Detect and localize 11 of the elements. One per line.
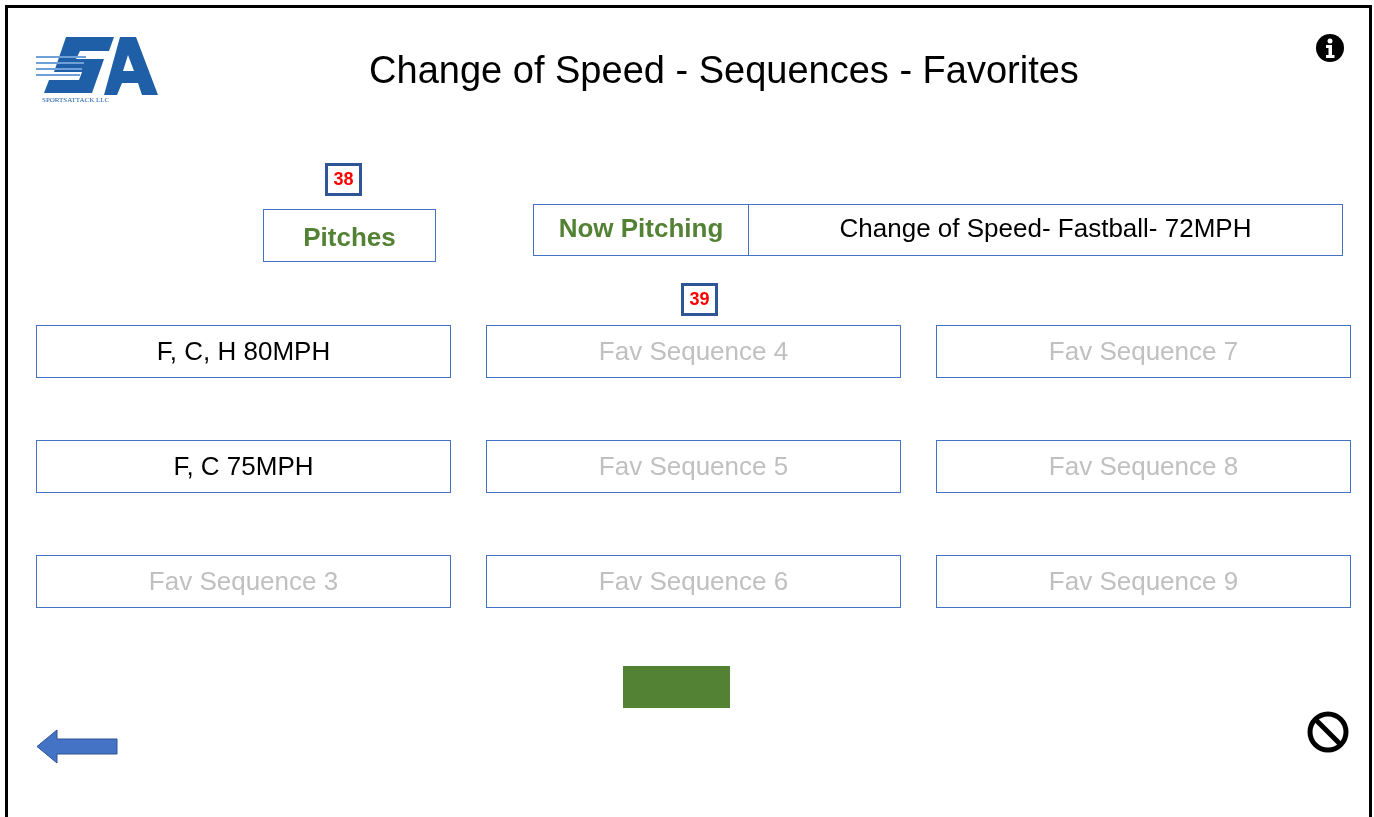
- back-arrow-icon[interactable]: [36, 729, 118, 764]
- pitches-label[interactable]: Pitches: [263, 209, 436, 262]
- info-icon[interactable]: [1315, 33, 1345, 63]
- now-pitching-value: Change of Speed- Fastball- 72MPH: [749, 204, 1343, 256]
- count-badge: 38: [325, 163, 362, 196]
- sequence-button[interactable]: F, C, H 80MPH: [36, 325, 451, 378]
- page-title: Change of Speed - Sequences - Favorites: [368, 48, 1080, 92]
- now-pitching-label: Now Pitching: [533, 204, 749, 256]
- prohibited-icon[interactable]: [1306, 711, 1350, 753]
- sequence-button[interactable]: F, C 75MPH: [36, 440, 451, 493]
- count-badge: 39: [681, 283, 718, 316]
